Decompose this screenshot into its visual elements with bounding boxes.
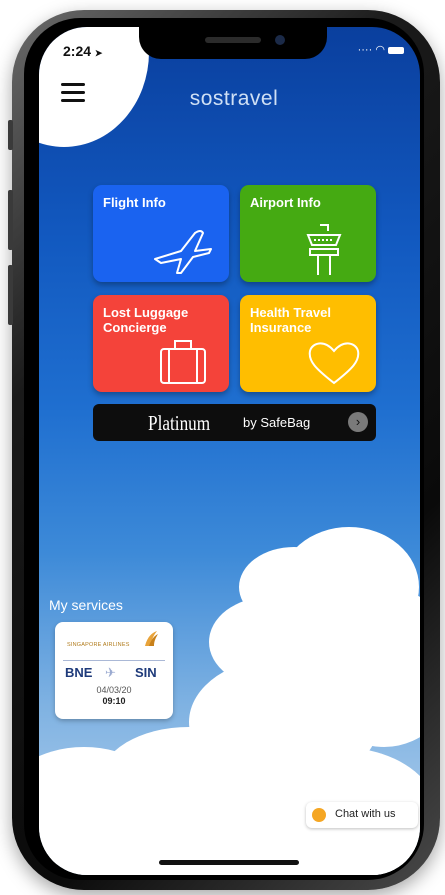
wifi-icon: ◠ [375,44,385,56]
status-indicators: ···· ◠ [358,43,404,56]
status-time: 2:24 ➤ [63,43,103,59]
lost-luggage-tile[interactable]: Lost Luggage Concierge [93,295,229,392]
plane-icon: ✈ [105,665,116,680]
platinum-title: Platinum [148,411,211,435]
platinum-subtitle: by SafeBag [243,415,311,430]
tile-label: Health Travel Insurance [250,305,331,335]
flight-info-tile[interactable]: Flight Info [93,185,229,282]
singapore-airlines-logo-icon [145,631,158,646]
tile-label: Lost Luggage Concierge [103,305,189,335]
volume-up-button [8,190,13,250]
battery-icon [388,46,404,54]
location-arrow-icon: ➤ [94,48,103,58]
chat-label: Chat with us [335,808,396,820]
platinum-safebag-banner[interactable]: Platinum by SafeBag › [93,404,376,441]
chat-with-us-button[interactable]: Chat with us [306,802,418,828]
control-tower-icon [306,224,342,275]
airline-name: SINGAPORE AIRLINES [67,642,130,648]
destination-code: SIN [135,665,157,680]
services-heading: My services [49,597,123,613]
flight-service-card[interactable]: SINGAPORE AIRLINES BNE ✈ SIN 04/03/20 09… [55,622,173,719]
suitcase-icon [160,340,206,384]
tile-label: Flight Info [103,195,166,210]
health-travel-insurance-tile[interactable]: Health Travel Insurance [240,295,376,392]
origin-code: BNE [65,665,93,680]
airport-info-tile[interactable]: Airport Info [240,185,376,282]
home-indicator[interactable] [159,860,299,865]
flight-time: 09:10 [102,696,126,706]
app-logo: sostravel [189,87,279,110]
signal-icon: ···· [357,44,373,56]
mute-switch [8,120,13,150]
chevron-right-circle-icon[interactable]: › [348,412,368,432]
volume-down-button [8,265,13,325]
tile-label: Airport Info [250,195,321,210]
notch [139,27,327,59]
hamburger-menu-icon[interactable] [61,83,85,107]
airplane-icon [154,230,212,274]
flight-date: 04/03/20 [96,685,132,695]
heart-icon [308,342,360,385]
app-screen: 2:24 ➤ ···· ◠ sostravel Flight Info Airp… [39,27,420,875]
card-divider [63,660,165,661]
chat-bubble-icon [312,808,326,822]
